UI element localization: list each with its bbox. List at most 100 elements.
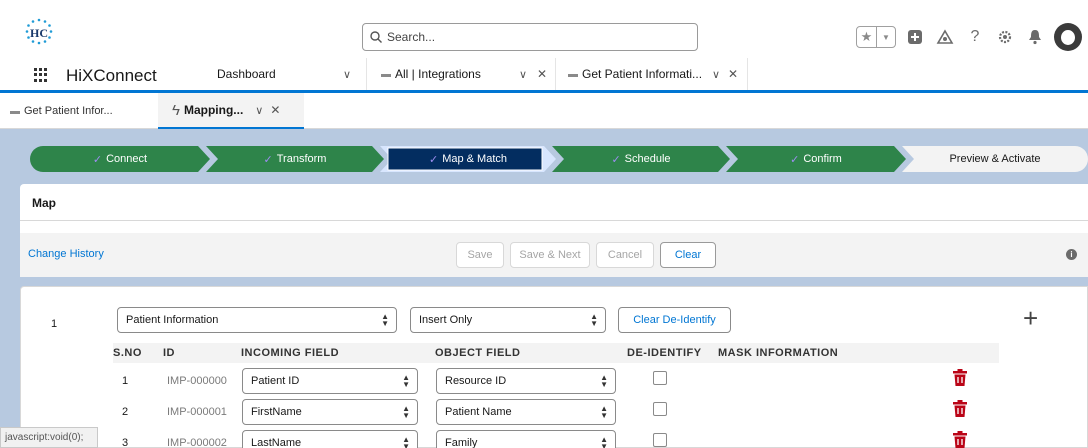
path-step-confirm[interactable]: ✓ Confirm xyxy=(726,146,906,172)
select-arrows-icon: ▲ ▼ xyxy=(600,435,608,448)
row-id: IMP-000000 xyxy=(167,375,227,387)
delete-trash-icon[interactable] xyxy=(953,369,967,386)
favorites-menu-chevron-icon[interactable]: ▼ xyxy=(876,27,895,47)
object-field-select[interactable]: Resource ID ▲ ▼ xyxy=(436,368,616,394)
content-area: ✓ Connect ✓ Transform ✓ Map & Match ✓ Schedu… xyxy=(0,129,1088,448)
add-plus-icon[interactable]: + xyxy=(1023,305,1038,331)
help-icon[interactable]: ? xyxy=(964,26,986,48)
info-icon[interactable]: i xyxy=(1066,249,1077,260)
select-arrows-icon: ▲ ▼ xyxy=(402,373,410,389)
subtab-mapping[interactable]: ϟ Mapping... ∨ ✕ xyxy=(158,93,304,129)
cancel-button[interactable]: Cancel xyxy=(596,242,654,268)
row-sno: 2 xyxy=(122,406,129,418)
subtab-bar: ▬ Get Patient Infor... ϟ Mapping... ∨ ✕ xyxy=(0,93,1088,129)
check-icon: ✓ xyxy=(92,153,103,166)
chevron-down-icon[interactable]: ∨ xyxy=(712,68,720,81)
check-icon: ✓ xyxy=(428,153,439,166)
col-header-incoming-field: INCOMING FIELD xyxy=(241,347,340,359)
delete-trash-icon[interactable] xyxy=(953,431,967,448)
delete-trash-icon[interactable] xyxy=(953,400,967,417)
close-tab-icon[interactable]: ✕ xyxy=(270,103,280,117)
clear-button[interactable]: Clear xyxy=(660,242,716,268)
select-arrows-icon: ▲ ▼ xyxy=(402,404,410,420)
app-launcher-icon[interactable] xyxy=(34,68,48,82)
col-header-de-identify: DE-IDENTIFY xyxy=(627,347,702,359)
nav-tab-label: Get Patient Informati... xyxy=(582,67,703,81)
subtab-label: Get Patient Infor... xyxy=(24,105,113,117)
tab-object-icon: ▬ xyxy=(10,105,20,117)
hc-logo[interactable]: HC xyxy=(20,17,58,49)
save-next-button[interactable]: Save & Next xyxy=(510,242,590,268)
tab-object-icon: ▬ xyxy=(568,68,578,80)
incoming-field-select[interactable]: Patient ID ▲ ▼ xyxy=(242,368,418,394)
chevron-down-icon[interactable]: ∨ xyxy=(343,68,351,81)
row-id: IMP-000001 xyxy=(167,406,227,418)
object-field-value: Family xyxy=(445,437,478,448)
path-step-map-match[interactable]: ✓ Map & Match xyxy=(380,146,556,172)
close-tab-icon[interactable]: ✕ xyxy=(728,67,738,81)
table-row: 2 IMP-000001 FirstName ▲ ▼ Patient Name ▲… xyxy=(21,399,1088,430)
de-identify-checkbox[interactable] xyxy=(653,402,667,416)
path-step-connect[interactable]: ✓ Connect xyxy=(30,146,210,172)
object-field-select[interactable]: Family ▲ ▼ xyxy=(436,430,616,448)
path-step-preview-activate[interactable]: Preview & Activate xyxy=(902,146,1088,172)
close-tab-icon[interactable]: ✕ xyxy=(537,67,547,81)
trailhead-icon[interactable] xyxy=(934,26,956,48)
chevron-down-icon[interactable]: ∨ xyxy=(255,104,263,117)
clear-deidentify-button[interactable]: Clear De-Identify xyxy=(618,307,731,333)
browser-status-bar: javascript:void(0); xyxy=(0,427,98,448)
global-header: HC ★ ▼ ? xyxy=(0,0,1088,58)
incoming-field-select[interactable]: LastName ▲ ▼ xyxy=(242,430,418,448)
object-field-value: Resource ID xyxy=(445,375,507,387)
progress-path: ✓ Connect ✓ Transform ✓ Map & Match ✓ Schedu… xyxy=(30,146,1088,172)
row-id: IMP-000002 xyxy=(167,437,227,448)
path-step-label: Confirm xyxy=(803,153,842,165)
user-avatar[interactable] xyxy=(1054,23,1082,51)
nav-tab-label: All | Integrations xyxy=(395,67,481,81)
path-step-label: Map & Match xyxy=(442,153,508,165)
action-row: Change History Save Save & Next Cancel C… xyxy=(20,233,1088,277)
nav-tab-get-patient-information[interactable]: ▬ Get Patient Informati... ∨ ✕ xyxy=(556,58,748,90)
search-input[interactable] xyxy=(387,28,687,46)
map-tab-title[interactable]: Map xyxy=(32,196,56,210)
de-identify-checkbox[interactable] xyxy=(653,371,667,385)
incoming-field-select[interactable]: FirstName ▲ ▼ xyxy=(242,399,418,425)
select-arrows-icon: ▲ ▼ xyxy=(600,404,608,420)
save-button[interactable]: Save xyxy=(456,242,504,268)
app-nav-bar: HiXConnect Dashboard ∨ ▬ All | Integrati… xyxy=(0,58,1088,93)
subtab-label: Mapping... xyxy=(183,103,244,117)
check-icon: ✓ xyxy=(263,153,273,166)
incoming-field-value: Patient ID xyxy=(251,375,300,387)
object-field-select[interactable]: Patient Name ▲ ▼ xyxy=(436,399,616,425)
logo-text: HC xyxy=(30,26,48,40)
global-actions-plus-icon[interactable] xyxy=(904,26,926,48)
search-icon xyxy=(370,31,382,43)
table-row: 3 IMP-000002 LastName ▲ ▼ Family ▲ ▼ xyxy=(21,430,1088,448)
col-header-mask-information: MASK INFORMATION xyxy=(718,347,839,359)
nav-tab-all-integrations[interactable]: ▬ All | Integrations ∨ ✕ xyxy=(367,58,556,90)
col-header-object-field: OBJECT FIELD xyxy=(435,347,521,359)
path-step-label: Schedule xyxy=(624,153,671,165)
global-search[interactable] xyxy=(362,23,698,51)
favorite-star-icon[interactable]: ★ xyxy=(857,27,876,47)
select-arrows-icon: ▲ ▼ xyxy=(381,312,389,328)
incoming-field-value: LastName xyxy=(251,437,302,448)
operation-select[interactable]: Insert Only ▲ ▼ xyxy=(410,307,606,333)
notifications-bell-icon[interactable] xyxy=(1024,26,1046,48)
row-sno: 1 xyxy=(122,375,129,387)
path-step-transform[interactable]: ✓ Transform xyxy=(206,146,384,172)
subtab-get-patient-info[interactable]: ▬ Get Patient Infor... xyxy=(0,93,158,129)
header-utility-icons: ★ ▼ ? xyxy=(856,22,1082,52)
nav-tab-dashboard[interactable]: Dashboard ∨ xyxy=(203,58,367,90)
path-step-schedule[interactable]: ✓ Schedule xyxy=(552,146,730,172)
lightning-icon: ϟ xyxy=(172,101,180,119)
object-select[interactable]: Patient Information ▲ ▼ xyxy=(117,307,397,333)
select-arrows-icon: ▲ ▼ xyxy=(590,312,598,328)
change-history-link[interactable]: Change History xyxy=(28,248,104,260)
de-identify-checkbox[interactable] xyxy=(653,433,667,447)
col-header-id: ID xyxy=(163,347,175,359)
setup-gear-icon[interactable] xyxy=(994,26,1016,48)
select-arrows-icon: ▲ ▼ xyxy=(402,435,410,448)
chevron-down-icon[interactable]: ∨ xyxy=(519,68,527,81)
app-name: HiXConnect xyxy=(66,66,157,85)
